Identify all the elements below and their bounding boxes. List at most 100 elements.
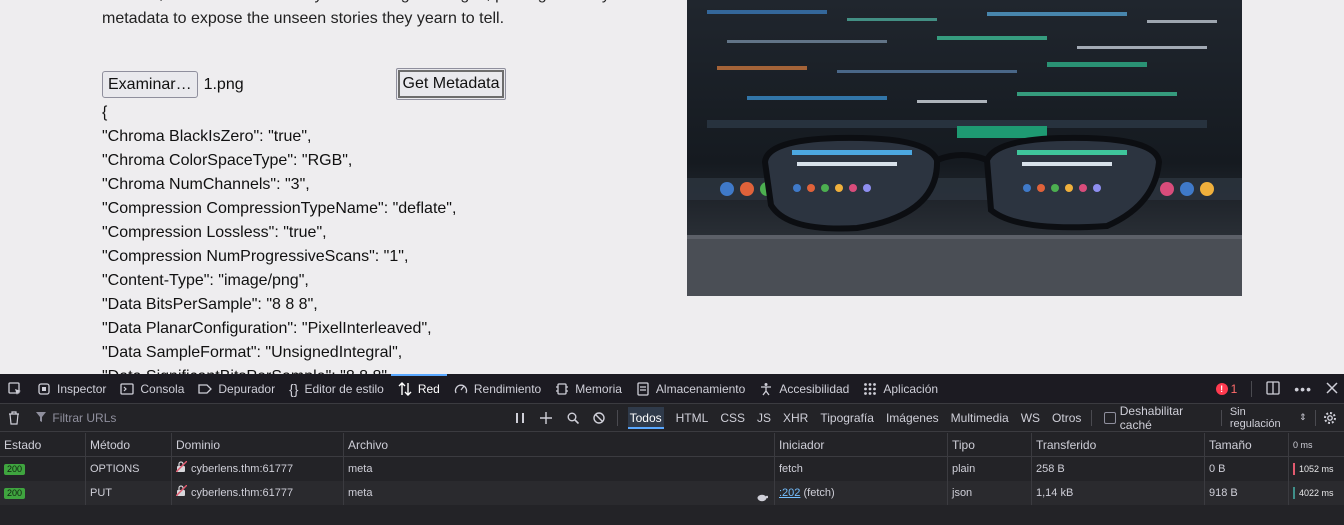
- metadata-line: "Chroma NumChannels": "3",: [102, 176, 310, 193]
- trash-icon[interactable]: [0, 404, 28, 432]
- page-viewport: sidekick, we delve into the very fabric …: [0, 0, 1344, 374]
- updown-icon: ⇕: [1299, 412, 1307, 422]
- metadata-line: {: [102, 104, 108, 121]
- tab-performance[interactable]: Rendimiento: [447, 374, 548, 404]
- tab-label: Depurador: [218, 381, 276, 396]
- cell-transferred: 258 B: [1032, 457, 1205, 481]
- file-text: meta: [348, 463, 373, 475]
- dock-toggle-icon[interactable]: [1266, 380, 1280, 398]
- domain-text: cyberlens.thm:61777: [191, 463, 294, 475]
- pause-icon[interactable]: [507, 404, 534, 432]
- error-icon: !: [1215, 383, 1228, 395]
- tab-console[interactable]: Consola: [113, 374, 191, 404]
- col-domain[interactable]: Dominio: [172, 433, 344, 457]
- filter-type-ws[interactable]: WS: [1015, 404, 1046, 432]
- cell-file: meta: [344, 457, 775, 481]
- more-options-icon[interactable]: •••: [1294, 381, 1312, 397]
- col-method[interactable]: Método: [86, 433, 172, 457]
- cell-initiator: :202 (fetch): [775, 481, 948, 505]
- metadata-line: "Compression CompressionTypeName": "defl…: [102, 200, 457, 217]
- settings-gear-icon[interactable]: [1316, 404, 1344, 432]
- table-row[interactable]: 200 PUT cyberlens.thm:61777 meta:202 (fetch…: [0, 481, 1344, 505]
- tab-inspector[interactable]: Inspector: [30, 374, 113, 404]
- cell-domain: cyberlens.thm:61777: [172, 457, 344, 481]
- filter-type-js[interactable]: JS: [751, 404, 777, 432]
- metadata-line: "Compression NumProgressiveScans": "1",: [102, 248, 409, 265]
- metadata-output: {"Chroma BlackIsZero": "true", "Chroma Co…: [102, 101, 456, 374]
- cell-domain: cyberlens.thm:61777: [172, 481, 344, 505]
- filter-type-multimedia[interactable]: Multimedia: [945, 404, 1015, 432]
- col-status[interactable]: Estado: [0, 433, 86, 457]
- checkbox-box: [1104, 411, 1116, 424]
- cell-method: OPTIONS: [86, 457, 172, 481]
- filter-type-html[interactable]: HTML: [670, 404, 715, 432]
- metadata-line: "Data PlanarConfiguration": "PixelInterl…: [102, 320, 432, 337]
- tab-style-editor[interactable]: {} Editor de estilo: [282, 374, 391, 404]
- cell-waterfall: 1052 ms: [1289, 457, 1344, 481]
- selected-file-name: 1.png: [203, 75, 244, 93]
- intro-paragraph: sidekick, we delve into the very fabric …: [102, 0, 650, 27]
- metadata-line: "Compression Lossless": "true",: [102, 224, 327, 241]
- initiator-link[interactable]: :202: [779, 487, 800, 499]
- element-picker-icon[interactable]: [0, 374, 30, 404]
- divider: [1091, 409, 1093, 426]
- cell-type: plain: [948, 457, 1032, 481]
- col-type[interactable]: Tipo: [948, 433, 1032, 457]
- block-icon[interactable]: [586, 404, 613, 432]
- insecure-lock-icon: [175, 457, 188, 481]
- metadata-line: "Data BitsPerSample": "8 8 8",: [102, 296, 318, 313]
- get-metadata-button[interactable]: Get Metadata: [396, 68, 506, 100]
- tab-label: Accesibilidad: [779, 381, 850, 396]
- search-icon[interactable]: [560, 404, 587, 432]
- filter-urls-input[interactable]: Filtrar URLs: [28, 404, 506, 432]
- cell-transferred: 1,14 kB: [1032, 481, 1205, 505]
- devtools-panel: Inspector Consola Depurador {} Editor de est…: [0, 373, 1344, 525]
- tab-network[interactable]: Red: [390, 373, 447, 404]
- filter-type-label: Imágenes: [885, 410, 939, 425]
- divider: [1251, 381, 1253, 397]
- tab-label: Almacenamiento: [655, 381, 746, 396]
- tab-debugger[interactable]: Depurador: [191, 374, 282, 404]
- table-row[interactable]: 200 OPTIONS cyberlens.thm:61777 meta fetch pl…: [0, 457, 1344, 481]
- cell-method: PUT: [86, 481, 172, 505]
- col-waterfall[interactable]: 0 ms: [1289, 433, 1344, 457]
- error-count-label: 1: [1230, 382, 1238, 396]
- timing-bar: [1293, 487, 1295, 499]
- error-count[interactable]: ! 1: [1215, 382, 1238, 396]
- devtools-tabbar: Inspector Consola Depurador {} Editor de est…: [0, 373, 1344, 404]
- metadata-line: "Chroma BlackIsZero": "true",: [102, 128, 312, 145]
- filter-type-otros[interactable]: Otros: [1046, 404, 1087, 432]
- tab-application[interactable]: Aplicación: [856, 374, 945, 404]
- tab-storage[interactable]: Almacenamiento: [629, 374, 752, 404]
- col-size[interactable]: Tamaño: [1205, 433, 1289, 457]
- domain-text: cyberlens.thm:61777: [191, 487, 294, 499]
- cell-size: 0 B: [1205, 457, 1289, 481]
- filter-type-css[interactable]: CSS: [714, 404, 751, 432]
- col-file[interactable]: Archivo: [344, 433, 775, 457]
- filter-type-label: XHR: [783, 410, 809, 425]
- memory-icon: [555, 382, 569, 396]
- filter-type-label: Todos: [627, 406, 664, 429]
- metadata-line: "Data SampleFormat": "UnsignedIntegral",: [102, 344, 403, 361]
- tab-label: Consola: [140, 381, 185, 396]
- filter-type-xhr[interactable]: XHR: [777, 404, 814, 432]
- tab-accessibility[interactable]: Accesibilidad: [752, 374, 856, 404]
- col-initiator[interactable]: Iniciador: [775, 433, 948, 457]
- tab-memory[interactable]: Memoria: [548, 374, 629, 404]
- throttling-select[interactable]: Sin regulación ⇕: [1222, 406, 1315, 430]
- close-icon[interactable]: [1326, 381, 1338, 397]
- disable-cache-checkbox[interactable]: Deshabilitar caché: [1096, 404, 1221, 432]
- initiator-text: fetch: [779, 463, 803, 475]
- filter-type-imágenes[interactable]: Imágenes: [880, 404, 945, 432]
- filter-type-label: Multimedia: [950, 410, 1009, 425]
- filter-type-label: WS: [1020, 410, 1041, 425]
- cell-status: 200: [0, 457, 86, 481]
- filter-type-label: JS: [757, 410, 772, 425]
- col-transferred[interactable]: Transferido: [1032, 433, 1205, 457]
- cell-size: 918 B: [1205, 481, 1289, 505]
- filter-type-todos[interactable]: Todos: [622, 404, 670, 432]
- browse-button[interactable]: Examinar…: [102, 71, 198, 98]
- status-badge: 200: [4, 463, 26, 475]
- filter-type-tipografía[interactable]: Tipografía: [814, 404, 880, 432]
- add-request-icon[interactable]: [533, 404, 560, 432]
